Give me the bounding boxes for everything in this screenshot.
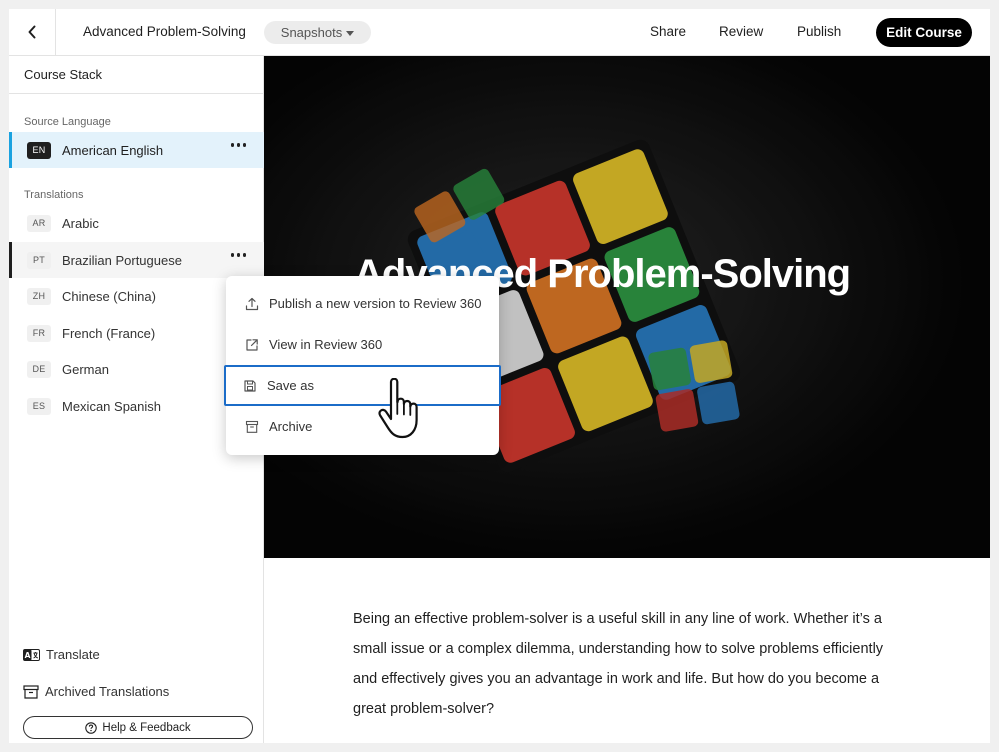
menu-item-label: View in Review 360: [269, 337, 383, 352]
save-icon: [244, 379, 256, 392]
language-code-badge: ES: [27, 397, 51, 415]
translate-label: Translate: [46, 647, 100, 662]
translation-row-arabic[interactable]: AR Arabic: [9, 205, 264, 241]
language-code-badge: AR: [27, 214, 51, 232]
upload-icon: [245, 297, 259, 310]
language-code-badge: FR: [27, 324, 51, 342]
help-circle-icon: [85, 721, 98, 734]
edit-course-button[interactable]: Edit Course: [876, 18, 972, 47]
menu-item-label: Publish a new version to Review 360: [269, 296, 482, 311]
source-language-row[interactable]: EN American English: [9, 132, 264, 168]
translation-row-brazilian-portuguese[interactable]: PT Brazilian Portuguese: [9, 242, 264, 278]
snapshots-label: Snapshots: [280, 25, 343, 40]
svg-text:A: A: [25, 651, 31, 660]
menu-item-label: Save as: [267, 378, 314, 393]
back-button[interactable]: [9, 9, 56, 55]
review-button[interactable]: Review: [719, 24, 763, 39]
share-button[interactable]: Share: [650, 24, 686, 39]
language-name: Brazilian Portuguese: [62, 252, 182, 268]
hand-pointer-cursor-icon: [378, 378, 418, 439]
publish-button[interactable]: Publish: [797, 24, 841, 39]
content-paragraph: Being an effective problem-solver is a u…: [353, 611, 884, 717]
translate-icon: A: [23, 648, 40, 661]
translate-button[interactable]: A Translate: [23, 647, 100, 662]
menu-item-publish-review[interactable]: Publish a new version to Review 360: [226, 283, 499, 324]
archived-translations-button[interactable]: Archived Translations: [23, 684, 169, 699]
language-code-badge: ZH: [27, 287, 51, 305]
menu-item-label: Archive: [269, 419, 313, 434]
archived-translations-label: Archived Translations: [45, 684, 170, 699]
translations-heading: Translations: [24, 189, 84, 201]
language-code-badge: EN: [27, 141, 51, 159]
top-bar: Advanced Problem-Solving Snapshots Share…: [9, 9, 990, 56]
snapshots-dropdown[interactable]: Snapshots: [264, 21, 371, 44]
source-language-heading: Source Language: [24, 116, 111, 128]
language-name: Arabic: [62, 215, 99, 231]
language-name: German: [62, 361, 109, 377]
translation-context-menu: Publish a new version to Review 360 View…: [224, 276, 501, 455]
language-name: French (France): [62, 325, 156, 341]
menu-item-view-review[interactable]: View in Review 360: [226, 324, 499, 365]
external-link-icon: [246, 338, 258, 351]
more-options-icon[interactable]: [230, 143, 246, 147]
archive-icon: [23, 684, 39, 699]
menu-item-save-as[interactable]: Save as: [224, 365, 501, 406]
caret-down-icon: [346, 30, 355, 36]
help-feedback-label: Help & Feedback: [102, 721, 191, 734]
menu-item-archive[interactable]: Archive: [226, 406, 499, 447]
language-name: Mexican Spanish: [62, 398, 161, 414]
language-name: Chinese (China): [62, 288, 156, 304]
language-code-badge: PT: [27, 251, 51, 269]
more-options-icon[interactable]: [230, 253, 246, 257]
app-window: Advanced Problem-Solving Snapshots Share…: [9, 9, 990, 743]
archive-icon: [245, 420, 259, 433]
help-feedback-button[interactable]: Help & Feedback: [23, 716, 253, 739]
language-name: American English: [62, 142, 164, 158]
language-code-badge: DE: [27, 360, 51, 378]
sidebar-title: Course Stack: [9, 56, 263, 94]
course-title: Advanced Problem-Solving: [83, 24, 246, 39]
chevron-left-icon: [28, 25, 36, 39]
